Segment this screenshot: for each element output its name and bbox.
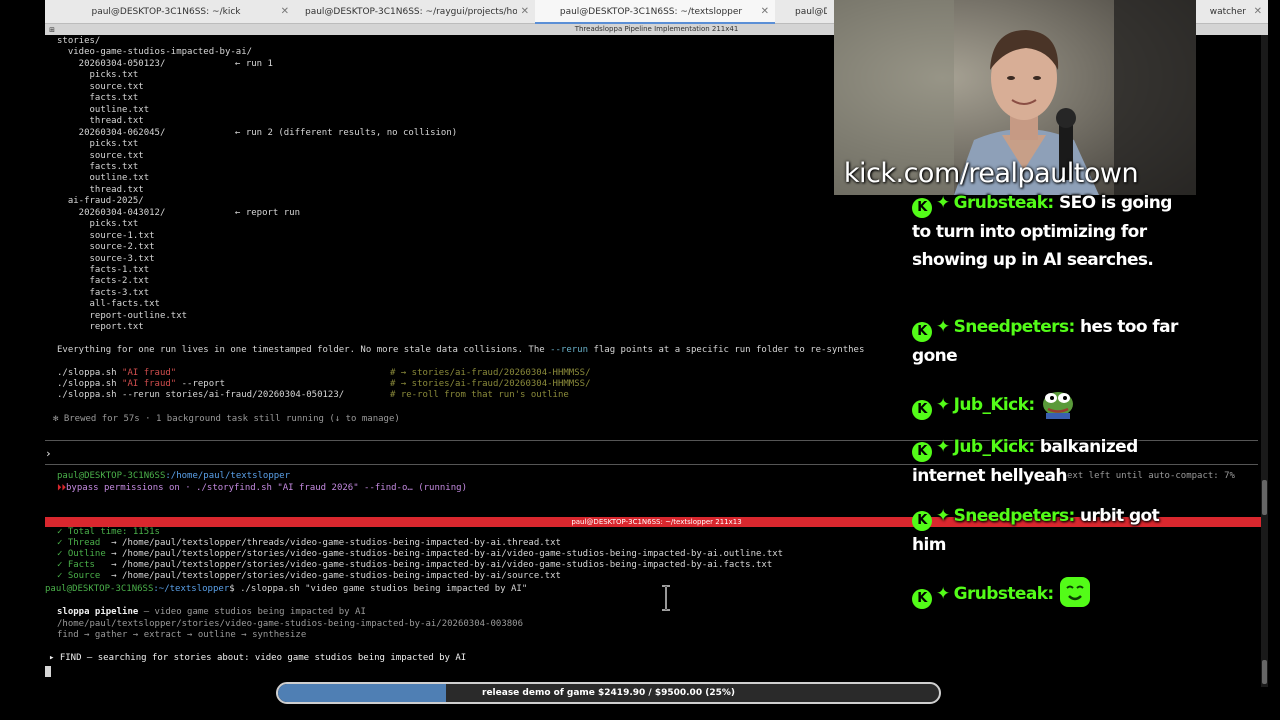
chat-message: K ✦ Jub_Kick: <box>912 387 1182 420</box>
sparkle-icon: ✦ <box>936 506 950 526</box>
text-cursor-icon <box>662 585 670 611</box>
tab-kick[interactable]: paul@DESKTOP-3C1N6SS: ~/kick ✕ <box>45 0 295 24</box>
chat-username: Sneedpeters: <box>953 317 1076 337</box>
tree-file: source.txt <box>57 81 144 92</box>
chat-username: Sneedpeters: <box>953 506 1076 526</box>
command-comment: # → stories/ai-fraud/20260304-HHMMSS/ <box>390 368 591 378</box>
chat-message: K ✦ Sneedpeters: urbit got him <box>912 502 1182 559</box>
prompt-symbol[interactable]: › <box>45 448 52 459</box>
pipeline-header: sloppa pipeline — video game studios bei… <box>57 607 366 617</box>
output-row: ✓ Facts → /home/paul/textslopper/stories… <box>57 560 773 570</box>
chat-username: Jub_Kick: <box>953 437 1035 457</box>
pipeline-steps: find → gather → extract → outline → synt… <box>57 630 307 640</box>
stream-watermark: kick.com/realpaultown <box>843 158 1139 189</box>
tree-folder: video-game-studios-impacted-by-ai/ <box>57 47 253 58</box>
shell-prompt: paul@DESKTOP-3C1N6SS:~/textslopper$ ./sl… <box>45 584 528 594</box>
tree-file: facts.txt <box>57 93 139 104</box>
command-comment: # → stories/ai-fraud/20260304-HHMMSS/ <box>390 379 591 389</box>
brewed-status: ✻ Brewed for 57s · 1 background task sti… <box>53 414 400 424</box>
tab-label: paul@DESKTOP-3C1N6SS: ~/textslopper <box>559 7 743 17</box>
tree-annotation: ← run 1 <box>235 58 273 69</box>
sparkle-icon: ✦ <box>936 317 950 337</box>
tree-file: source.txt <box>57 150 144 161</box>
kick-k-icon: K <box>912 322 932 342</box>
donation-goal-progress: release demo of game $2419.90 / $9500.00… <box>276 682 941 704</box>
command-comment: # re-roll from that run's outline <box>390 390 569 400</box>
chat-message: K ✦ Grubsteak: <box>912 576 1182 609</box>
tree-file: source-2.txt <box>57 242 155 253</box>
command-line: ./sloppa.sh "AI fraud" <box>57 368 177 378</box>
tree-file: source-1.txt <box>57 230 155 241</box>
tab-watcher[interactable]: watcher ✕ <box>1185 0 1268 24</box>
close-icon[interactable]: ✕ <box>761 0 769 22</box>
pepe-emote <box>1042 392 1073 419</box>
smile-emote <box>1059 577 1090 607</box>
tab-textslopper[interactable]: paul@DESKTOP-3C1N6SS: ~/textslopper ✕ <box>535 0 775 24</box>
tab-raygui[interactable]: paul@DESKTOP-3C1N6SS: ~/raygui/projects/… <box>295 0 535 24</box>
tree-file: report-outline.txt <box>57 310 188 321</box>
scrollbar[interactable] <box>1261 35 1268 687</box>
chat-username: Grubsteak: <box>953 584 1055 604</box>
kick-k-icon: K <box>912 400 932 420</box>
tree-folder: 20260304-050123/ <box>57 58 166 69</box>
tree-file: picks.txt <box>57 139 139 150</box>
tree-annotation: ← report run <box>235 207 301 218</box>
chat-username: Jub_Kick: <box>953 395 1035 415</box>
pipeline-dir: /home/paul/textslopper/stories/video-gam… <box>57 619 523 629</box>
tree-file: picks.txt <box>57 70 139 81</box>
tab-label: paul@DESKTOP-3C1N6SS: ~/kick <box>91 7 241 17</box>
tree-file: outline.txt <box>57 173 150 184</box>
rerun-flag: --rerun <box>550 345 589 355</box>
sparkle-icon: ✦ <box>936 193 950 213</box>
kick-k-icon: K <box>912 589 932 609</box>
chat-username: Grubsteak: <box>953 193 1055 213</box>
terminal-cursor <box>45 666 51 677</box>
tree-file: thread.txt <box>57 184 144 195</box>
tree-folder: 20260304-062045/ <box>57 127 166 138</box>
kick-k-icon: K <box>912 198 932 218</box>
tree-file: outline.txt <box>57 104 150 115</box>
tree-annotation: ← run 2 (different results, no collision… <box>235 127 458 138</box>
summary-line: Everything for one run lives in one time… <box>57 345 865 355</box>
chat-message: K ✦ Grubsteak: SEO is going to turn into o… <box>912 189 1182 274</box>
tree-file: report.txt <box>57 322 144 333</box>
find-status: ▸ FIND — searching for stories about: vi… <box>49 653 467 663</box>
close-icon[interactable]: ✕ <box>521 0 529 24</box>
tree-file: all-facts.txt <box>57 299 160 310</box>
tree-file: facts.txt <box>57 161 139 172</box>
tree-file: facts-2.txt <box>57 276 150 287</box>
bypass-permissions-status: ⏵⏵bypass permissions on · ./storyfind.sh… <box>57 483 467 493</box>
close-icon[interactable]: ✕ <box>281 0 289 24</box>
tree-folder: 20260304-043012/ <box>57 207 166 218</box>
kick-k-icon: K <box>912 511 932 531</box>
tree-file: picks.txt <box>57 219 139 230</box>
progress-label: release demo of game $2419.90 / $9500.00… <box>482 688 735 698</box>
tree-folder: stories/ <box>57 36 101 46</box>
kick-k-icon: K <box>912 442 932 462</box>
output-row: ✓ Thread → /home/paul/textslopper/thread… <box>57 538 561 548</box>
sparkle-icon: ✦ <box>936 584 950 604</box>
total-time: ✓ Total time: 1151s <box>57 527 160 537</box>
output-row: ✓ Outline → /home/paul/textslopper/stori… <box>57 549 784 559</box>
scrollbar-thumb[interactable] <box>1262 480 1267 515</box>
tree-file: source-3.txt <box>57 253 155 264</box>
command-line: ./sloppa.sh "AI fraud" --report <box>57 379 225 389</box>
sparkle-icon: ✦ <box>936 437 950 457</box>
chat-message: K ✦ Jub_Kick: balkanized internet hellyeah <box>912 433 1182 490</box>
command-line: ./sloppa.sh --rerun stories/ai-fraud/202… <box>57 390 345 400</box>
chat-message: K ✦ Sneedpeters: hes too far gone <box>912 313 1182 370</box>
tree-file: facts-3.txt <box>57 287 150 298</box>
scrollbar-thumb[interactable] <box>1262 660 1267 684</box>
tree-file: facts-1.txt <box>57 265 150 275</box>
sparkle-icon: ✦ <box>936 395 950 415</box>
tab-label: paul@DE... <box>795 7 827 17</box>
ps-line: paul@DESKTOP-3C1N6SS:/home/paul/textslop… <box>57 471 290 481</box>
tab-label: paul@DESKTOP-3C1N6SS: ~/raygui/projects/… <box>305 7 517 17</box>
close-icon[interactable]: ✕ <box>1254 0 1262 24</box>
tree-file: thread.txt <box>57 116 144 127</box>
tree-folder: ai-fraud-2025/ <box>57 196 144 207</box>
output-row: ✓ Source → /home/paul/textslopper/storie… <box>57 571 561 581</box>
